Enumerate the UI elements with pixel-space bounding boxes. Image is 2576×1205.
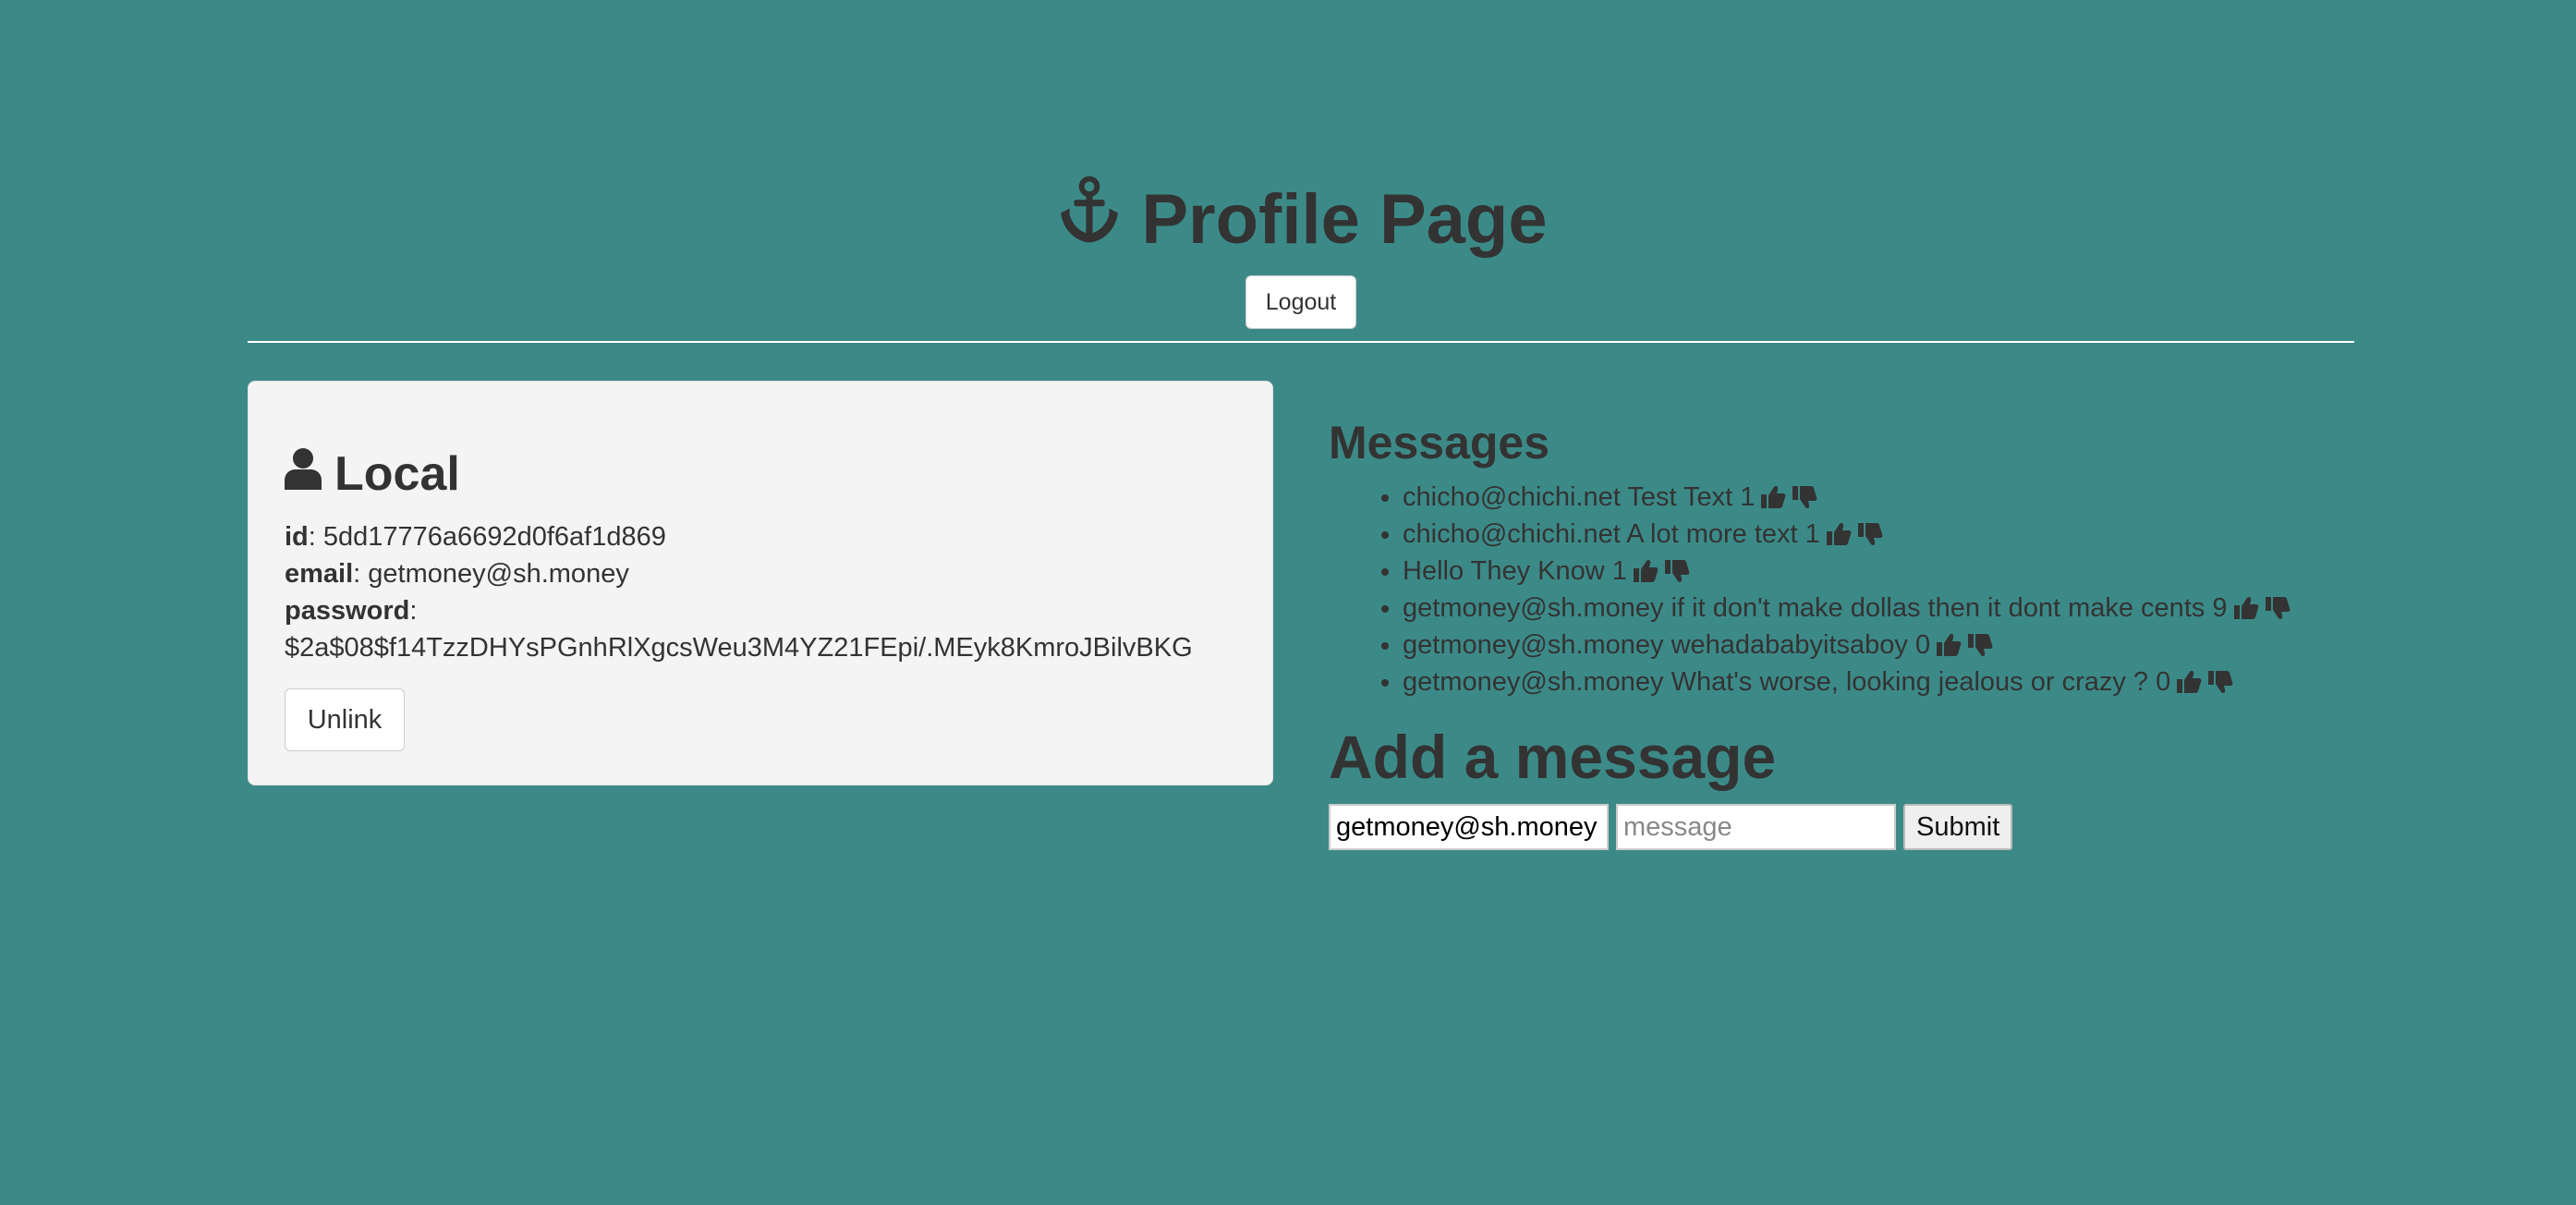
thumbs-down-icon[interactable] [1857,519,1883,545]
message-item: chicho@chichi.net Test Text 1 [1403,479,2354,516]
message-item: getmoney@sh.money wehadababyitsaboy 0 [1403,627,2354,663]
message-text: getmoney@sh.money wehadababyitsaboy 0 [1403,630,1931,660]
thumbs-up-icon[interactable] [1936,630,1962,656]
message-item: getmoney@sh.money What's worse, looking … [1403,663,2354,700]
unlink-button[interactable]: Unlink [285,688,405,751]
message-text: chicho@chichi.net A lot more text 1 [1403,519,1820,549]
id-value: 5dd17776a6692d0f6af1d869 [322,522,666,552]
password-row: password: $2a$08$f14TzzDHYsPGnhRlXgcsWeu… [285,596,1193,663]
message-text: getmoney@sh.money if it don't make dolla… [1403,593,2228,623]
thumbs-up-icon[interactable] [1633,556,1659,582]
local-heading-text: Local [334,447,460,501]
message-text: getmoney@sh.money What's worse, looking … [1403,667,2171,697]
user-icon [285,446,322,502]
add-message-heading: Add a message [1329,723,1777,791]
local-account-panel: Local id: 5dd17776a6692d0f6af1d869 email… [248,381,1273,785]
thumbs-down-icon[interactable] [1967,630,1993,656]
page-header: Profile Page Logout [248,0,2354,329]
page-container: Profile Page Logout Local id: 5dd17776a6… [248,0,2354,850]
password-value: $2a$08$f14TzzDHYsPGnhRlXgcsWeu3M4YZ21FEp… [285,633,1193,663]
thumbs-up-icon[interactable] [1760,482,1786,508]
password-label: password [285,596,410,626]
message-item: Hello They Know 1 [1403,553,2354,590]
name-input[interactable] [1329,804,1609,850]
thumbs-down-icon[interactable] [2265,593,2290,619]
add-message-form: Submit [1329,804,2354,850]
email-row: email: getmoney@sh.money [285,559,629,589]
local-heading: Local [285,446,1236,502]
id-label: id [285,522,309,552]
message-input[interactable] [1616,804,1896,850]
messages-section: Messages chicho@chichi.net Test Text 1 c… [1329,407,2354,850]
thumbs-down-icon[interactable] [2207,667,2233,693]
message-text: chicho@chichi.net Test Text 1 [1403,482,1756,512]
thumbs-up-icon[interactable] [2233,593,2259,619]
page-title-text: Profile Page [1141,180,1548,259]
message-item: getmoney@sh.money if it don't make dolla… [1403,590,2354,627]
thumbs-down-icon[interactable] [1664,556,1690,582]
email-label: email [285,559,354,589]
thumbs-up-icon[interactable] [1826,519,1852,545]
id-row: id: 5dd17776a6692d0f6af1d869 [285,522,666,552]
logout-button[interactable]: Logout [1245,275,1356,329]
submit-button[interactable]: Submit [1903,804,2013,850]
page-title: Profile Page [1054,176,1548,264]
thumbs-up-icon[interactable] [2176,667,2202,693]
message-text: Hello They Know 1 [1403,556,1627,586]
messages-list: chicho@chichi.net Test Text 1 chicho@chi… [1329,479,2354,700]
messages-heading: Messages [1329,417,1550,469]
email-value: getmoney@sh.money [368,559,629,589]
message-item: chicho@chichi.net A lot more text 1 [1403,516,2354,553]
thumbs-down-icon[interactable] [1792,482,1817,508]
anchor-icon [1054,176,1124,264]
header-divider [248,341,2354,343]
